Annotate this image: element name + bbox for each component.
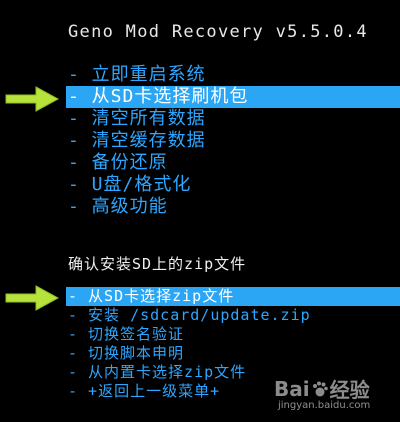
- watermark-url: jingyan.baidu.com: [278, 400, 371, 411]
- baidu-watermark: Bai 经验 jingyan.baidu.com: [274, 372, 394, 416]
- menu-item-advanced[interactable]: - 高级功能: [66, 196, 400, 218]
- watermark-brand-left: Bai: [274, 376, 310, 401]
- recovery-screen: Geno Mod Recovery v5.5.0.4 - 立即重启系统 - 从S…: [0, 0, 400, 422]
- watermark-brand-right: 经验: [329, 378, 370, 402]
- pointer-arrow-icon: [5, 285, 60, 311]
- menu-item-wipe-cache[interactable]: - 清空缓存数据: [66, 130, 400, 152]
- menu-item-wipe-all-data[interactable]: - 清空所有数据: [66, 108, 400, 130]
- menu-item-choose-zip-from-sd[interactable]: - 从SD卡选择刷机包: [66, 86, 400, 108]
- pointer-arrow-icon: [5, 86, 60, 112]
- menu-item-reboot-system[interactable]: - 立即重启系统: [66, 64, 400, 86]
- baidu-logo: Bai 经验: [274, 374, 370, 403]
- menu-item-usb-format[interactable]: - U盘/格式化: [66, 174, 400, 196]
- submenu-item-toggle-script-assert[interactable]: - 切换脚本申明: [66, 344, 400, 363]
- menu-item-backup-restore[interactable]: - 备份还原: [66, 152, 400, 174]
- paw-icon: [312, 381, 328, 396]
- main-menu: - 立即重启系统 - 从SD卡选择刷机包 - 清空所有数据 - 清空缓存数据 -…: [66, 64, 400, 218]
- submenu-heading: 确认安装SD上的zip文件: [68, 255, 247, 273]
- submenu-item-install-update-zip[interactable]: - 安装 /sdcard/update.zip: [66, 306, 400, 325]
- submenu-item-toggle-signature[interactable]: - 切换签名验证: [66, 325, 400, 344]
- recovery-title: Geno Mod Recovery v5.5.0.4: [68, 22, 368, 42]
- submenu-item-choose-zip-from-sd[interactable]: - 从SD卡选择zip文件: [66, 287, 400, 306]
